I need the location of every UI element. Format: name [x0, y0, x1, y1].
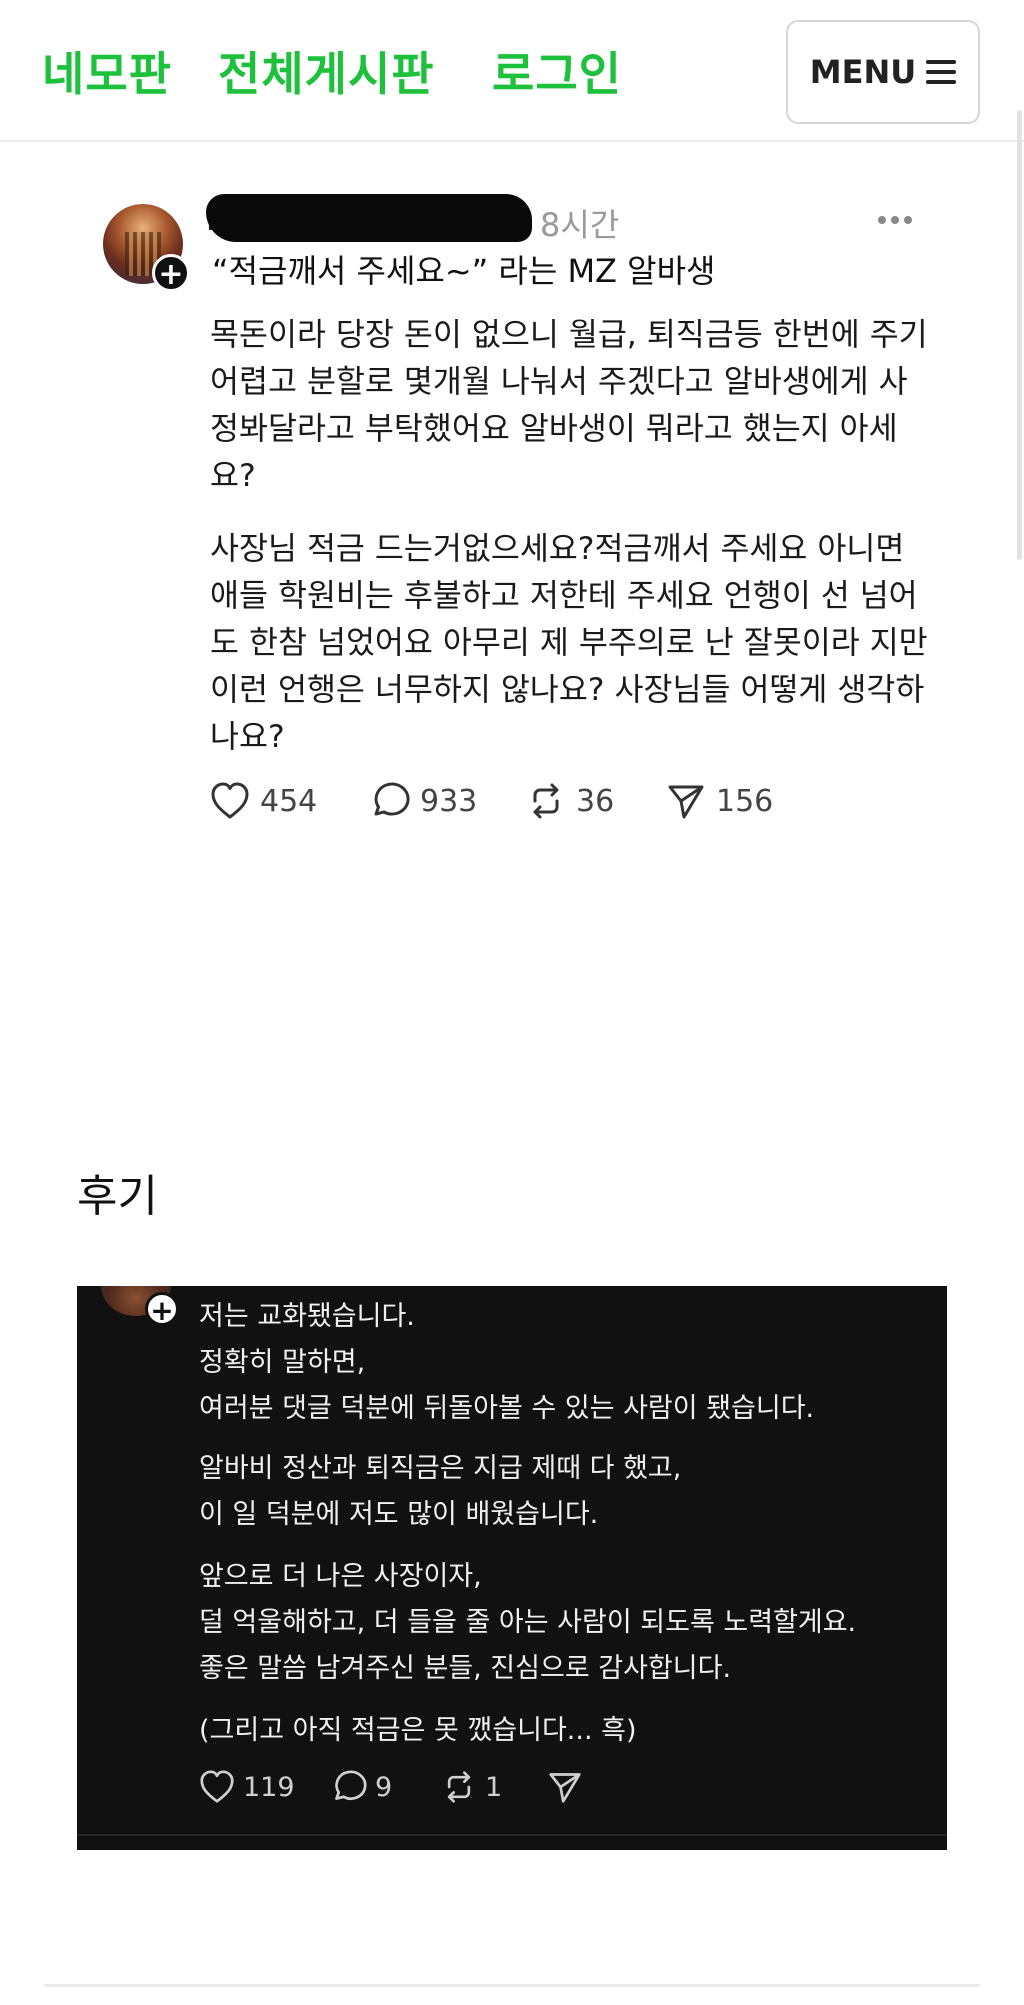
review-post-card: + 저는 교화됐습니다. 정확히 말하면, 여러분 댓글 덕분에 뒤돌아볼 수 …: [77, 1286, 947, 1850]
like-button[interactable]: 454: [210, 782, 317, 820]
comment-icon: [374, 782, 410, 816]
brand-logo-link[interactable]: 네모판: [42, 38, 172, 104]
heart-icon: [211, 782, 249, 819]
like-button[interactable]: 119: [199, 1770, 295, 1804]
divider: [77, 1834, 947, 1836]
repost-icon: [447, 1771, 471, 1803]
review-line: 덜 억울해하고, 더 들을 줄 아는 사람이 되도록 노력할게요.: [199, 1607, 857, 1638]
like-count: 119: [243, 1771, 295, 1803]
follow-plus-icon[interactable]: +: [152, 254, 190, 292]
repost-button[interactable]: 36: [526, 782, 614, 820]
comment-icon: [335, 1770, 367, 1800]
post-paragraph-2: 사장님 적금 드는거없으세요?적금깨서 주세요 아니면 애들 학원비는 후불하고…: [210, 531, 928, 755]
heart-icon: [200, 1770, 234, 1803]
menu-icon: [926, 60, 957, 84]
review-line: 여러분 댓글 덕분에 뒤돌아볼 수 있는 사람이 됐습니다.: [199, 1393, 815, 1424]
review-line: 저는 교화됐습니다.: [199, 1301, 415, 1332]
share-icon: [668, 785, 704, 819]
comment-count: 9: [375, 1771, 393, 1803]
divider: [44, 1984, 980, 1987]
post-actions: 454 933 36 156: [210, 782, 810, 826]
post-paragraph-1: 목돈이라 당장 돈이 없으니 월급, 퇴직금등 한번에 주기 어렵고 분할로 몇…: [210, 317, 928, 494]
site-header: 네모판 전체게시판 로그인 MENU: [0, 0, 1024, 142]
review-line: 앞으로 더 나은 사장이자,: [199, 1561, 482, 1592]
share-count: 156: [716, 783, 774, 819]
repost-button[interactable]: 1: [441, 1770, 502, 1804]
comment-count: 933: [420, 783, 478, 819]
review-line: 정확히 말하면,: [199, 1347, 366, 1378]
username-area: marketingcoachkim: [206, 194, 532, 244]
review-heading: 후기: [77, 1171, 158, 1222]
share-button[interactable]: 156: [666, 782, 773, 820]
repost-icon: [533, 783, 559, 819]
more-icon[interactable]: [878, 216, 914, 226]
review-actions: 119 9 1: [199, 1770, 699, 1810]
menu-button[interactable]: MENU: [786, 20, 980, 124]
thread-post: + marketingcoachkim 8시간 “적금깨서 주세요~” 라는 M…: [0, 142, 1024, 902]
nav-all-boards-link[interactable]: 전체게시판: [218, 38, 435, 104]
like-count: 454: [260, 783, 318, 819]
comment-button[interactable]: 9: [331, 1770, 392, 1804]
repost-count: 36: [576, 783, 615, 819]
share-button[interactable]: [547, 1770, 591, 1804]
post-title: “적금깨서 주세요~” 라는 MZ 알바생: [212, 252, 716, 290]
review-line: 알바비 정산과 퇴직금은 지급 제때 다 했고,: [199, 1453, 682, 1484]
review-line: (그리고 아직 적금은 못 깼습니다... 흑): [199, 1715, 637, 1746]
review-line: 좋은 말씀 남겨주신 분들, 진심으로 감사합니다.: [199, 1653, 732, 1684]
post-time: 8시간: [540, 206, 620, 244]
share-icon: [549, 1773, 581, 1803]
repost-count: 1: [485, 1771, 503, 1803]
review-line: 이 일 덕분에 저도 많이 배웠습니다.: [199, 1499, 599, 1530]
redaction-mark: [206, 194, 532, 242]
menu-button-label: MENU: [809, 53, 917, 91]
follow-plus-icon[interactable]: +: [145, 1292, 179, 1327]
comment-button[interactable]: 933: [370, 782, 477, 820]
nav-login-link[interactable]: 로그인: [492, 38, 622, 104]
